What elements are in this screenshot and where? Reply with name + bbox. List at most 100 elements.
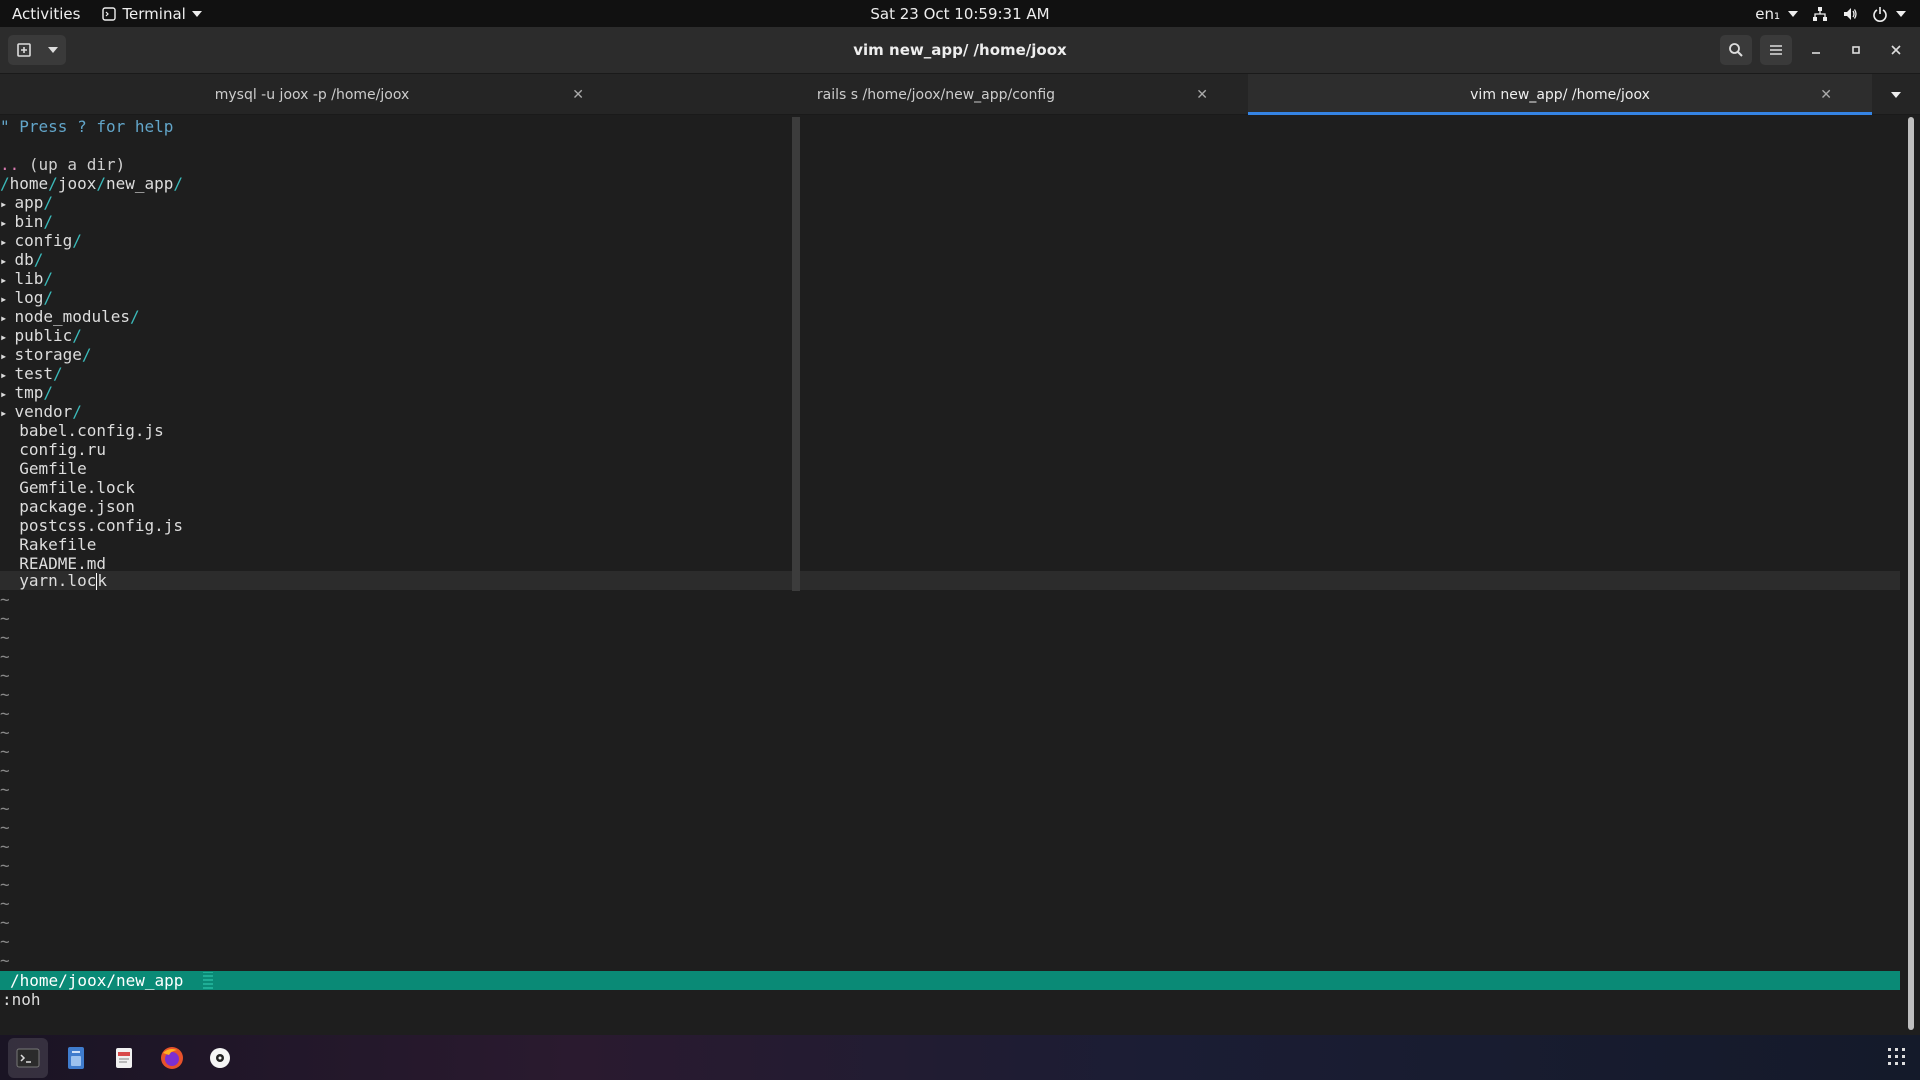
nerdtree-file-entry[interactable]: Gemfile.lock — [0, 478, 135, 497]
tab-label: vim new_app/ /home/joox — [1470, 86, 1650, 103]
nerdtree-dir-entry[interactable]: ▸ log/ — [0, 288, 53, 307]
collapsed-arrow-icon: ▸ — [0, 254, 15, 268]
nerdtree-dir-entry[interactable]: ▸ lib/ — [0, 269, 53, 288]
dir-name: app — [14, 193, 44, 212]
search-button[interactable] — [1720, 35, 1752, 65]
minimize-icon — [1812, 52, 1820, 54]
nerdtree-dir-entry[interactable]: ▸ test/ — [0, 364, 63, 383]
terminal-area[interactable]: " Press ? for help .. (up a dir) /home/j… — [0, 115, 1900, 1030]
empty-buffer-line: ~ — [0, 799, 10, 818]
collapsed-arrow-icon: ▸ — [0, 349, 15, 363]
hamburger-menu-icon — [1770, 45, 1782, 55]
nerdtree-dir-entry[interactable]: ▸ vendor/ — [0, 402, 82, 421]
empty-buffer-line: ~ — [0, 609, 10, 628]
power-icon — [1873, 6, 1887, 22]
dock-files[interactable] — [56, 1038, 96, 1078]
collapsed-arrow-icon: ▸ — [0, 406, 15, 420]
app-menu[interactable]: Terminal — [92, 5, 211, 23]
nerdtree-file-entry[interactable]: package.json — [0, 497, 135, 516]
dock — [0, 1035, 1920, 1080]
nerdtree-file-entry[interactable]: Rakefile — [0, 535, 96, 554]
clock[interactable]: Sat 23 Oct 10:59:31 AM — [870, 5, 1049, 23]
collapsed-arrow-icon: ▸ — [0, 387, 15, 401]
up-dir-dots: .. — [0, 155, 20, 174]
empty-buffer-line: ~ — [0, 894, 10, 913]
dock-firefox[interactable] — [152, 1038, 192, 1078]
vim-statusline: /home/joox/new_app — [0, 971, 1900, 990]
minimize-button[interactable] — [1800, 35, 1832, 65]
chevron-down-icon — [191, 10, 202, 17]
tab-rails[interactable]: rails s /home/joox/new_app/config ✕ — [624, 74, 1248, 115]
nerdtree-dir-entry[interactable]: ▸ storage/ — [0, 345, 92, 364]
nerdtree-file-entry[interactable]: Gemfile — [0, 459, 86, 478]
tab-overflow-button[interactable] — [1872, 74, 1920, 115]
volume-icon[interactable] — [1842, 6, 1858, 22]
empty-buffer-line: ~ — [0, 723, 10, 742]
nerdtree-dir-entry[interactable]: ▸ public/ — [0, 326, 82, 345]
nerdtree-dir-entry[interactable]: ▸ app/ — [0, 193, 53, 212]
dock-rhythmbox[interactable] — [200, 1038, 240, 1078]
firefox-icon — [161, 1046, 183, 1069]
nerdtree-dir-entry[interactable]: ▸ tmp/ — [0, 383, 53, 402]
close-icon — [1891, 45, 1901, 55]
empty-buffer-line: ~ — [0, 628, 10, 647]
close-tab-icon[interactable]: ✕ — [572, 87, 584, 103]
close-tab-icon[interactable]: ✕ — [1820, 87, 1832, 103]
file-name: Gemfile.lock — [19, 478, 135, 497]
dir-name: storage — [14, 345, 82, 364]
statusline-path: /home/joox/new_app — [10, 971, 184, 990]
close-tab-icon[interactable]: ✕ — [1196, 87, 1208, 103]
hamburger-menu-button[interactable] — [1760, 35, 1792, 65]
dir-name: db — [14, 250, 34, 269]
file-name-tail: k — [97, 571, 107, 590]
nerdtree-file-entry-selected[interactable]: yarn.lock — [0, 571, 107, 590]
nerdtree-dir-entry[interactable]: ▸ db/ — [0, 250, 43, 269]
show-applications-icon[interactable] — [1888, 1048, 1906, 1066]
empty-buffer-line: ~ — [0, 666, 10, 685]
network-icon[interactable] — [1812, 6, 1828, 22]
statusline-fill — [203, 972, 213, 989]
search-icon — [1729, 43, 1743, 57]
dock-terminal[interactable] — [8, 1037, 48, 1078]
nerdtree-up-dir[interactable]: .. (up a dir) — [0, 155, 125, 174]
collapsed-arrow-icon: ▸ — [0, 235, 15, 249]
file-name: README.md — [19, 554, 106, 573]
tab-mysql[interactable]: mysql -u joox -p /home/joox ✕ — [0, 74, 624, 115]
dir-name: node_modules — [14, 307, 131, 326]
empty-buffer-line: ~ — [0, 647, 10, 666]
nerdtree-help-line: " Press ? for help — [0, 117, 174, 136]
cursor-line-highlight — [0, 571, 1900, 590]
close-window-button[interactable] — [1880, 35, 1912, 65]
activities-button[interactable]: Activities — [0, 5, 92, 23]
empty-buffer-line: ~ — [0, 590, 10, 609]
input-source-label: en₁ — [1755, 4, 1780, 23]
collapsed-arrow-icon: ▸ — [0, 273, 15, 287]
dock-text-editor[interactable] — [104, 1038, 144, 1078]
collapsed-arrow-icon: ▸ — [0, 216, 15, 230]
vim-command-line[interactable]: :noh — [2, 990, 41, 1009]
files-icon — [68, 1046, 84, 1069]
nerdtree-dir-entry[interactable]: ▸ node_modules/ — [0, 307, 140, 326]
nerdtree-cwd[interactable]: /home/joox/new_app/ — [0, 174, 183, 193]
nerdtree-dir-entry[interactable]: ▸ config/ — [0, 231, 82, 250]
nerdtree-file-entry[interactable]: babel.config.js — [0, 421, 164, 440]
nerdtree-file-entry[interactable]: config.ru — [0, 440, 106, 459]
nerdtree-file-entry[interactable]: README.md — [0, 554, 106, 573]
nerdtree-file-entry[interactable]: postcss.config.js — [0, 516, 183, 535]
collapsed-arrow-icon: ▸ — [0, 368, 15, 382]
empty-buffer-line: ~ — [0, 780, 10, 799]
maximize-icon — [1852, 46, 1860, 54]
terminal-scrollbar[interactable] — [1908, 117, 1914, 1030]
cwd-part: joox — [57, 174, 97, 193]
power-menu[interactable] — [1872, 6, 1906, 22]
terminal-icon — [16, 1048, 40, 1067]
nerdtree-dir-entry[interactable]: ▸ bin/ — [0, 212, 53, 231]
empty-buffer-line: ~ — [0, 932, 10, 951]
gnome-top-bar: Activities Terminal Sat 23 Oct 10:59:31 … — [0, 0, 1920, 27]
input-source-indicator[interactable]: en₁ — [1755, 5, 1798, 23]
vertical-split-separator[interactable] — [792, 117, 800, 591]
dir-name: log — [14, 288, 44, 307]
maximize-button[interactable] — [1840, 35, 1872, 65]
tab-vim[interactable]: vim new_app/ /home/joox ✕ — [1248, 74, 1872, 115]
cwd-part: new_app — [105, 174, 174, 193]
